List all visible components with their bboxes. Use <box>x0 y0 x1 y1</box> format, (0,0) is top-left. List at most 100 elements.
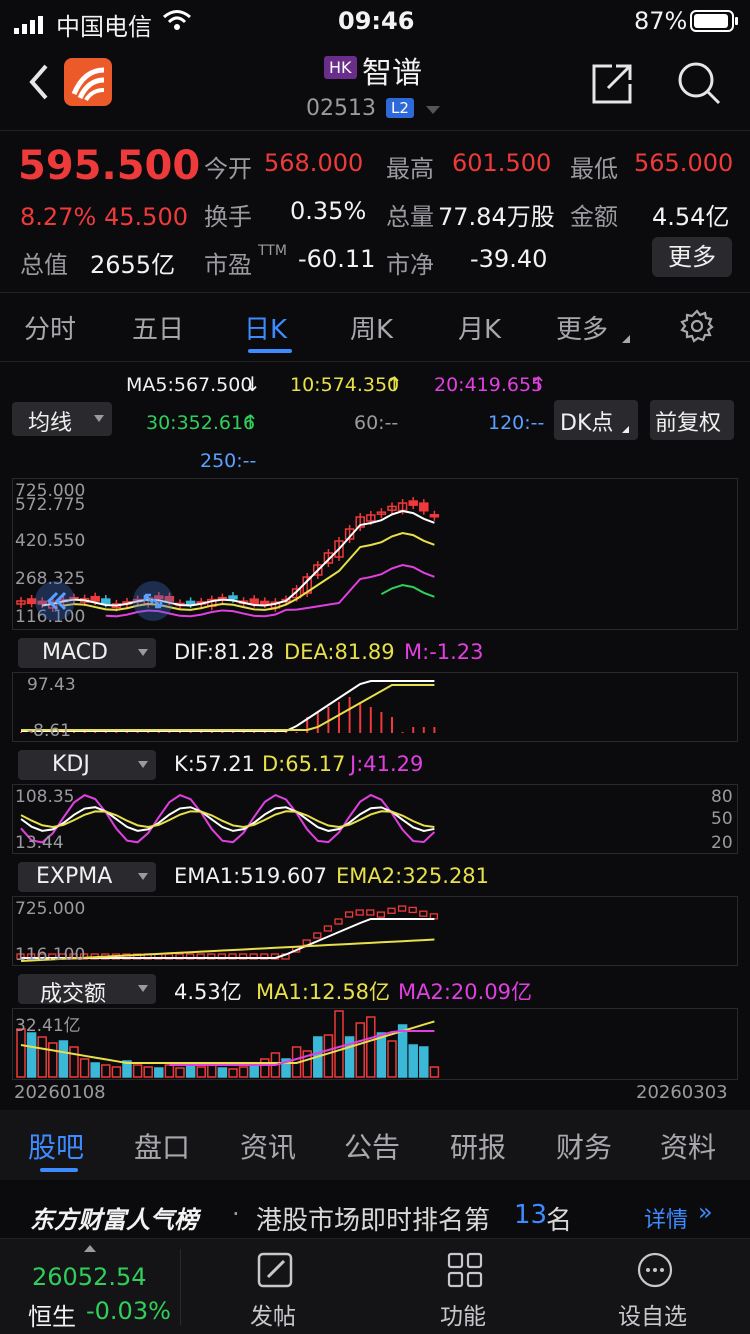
change-amount: 45.500 <box>104 203 188 231</box>
post-button-label[interactable]: 发帖 <box>250 1297 296 1331</box>
ranking-brand: 东方财富人气榜 <box>30 1206 198 1234</box>
more-dots-icon[interactable] <box>636 1251 674 1293</box>
volume-ma1: MA1:12.58亿 <box>256 980 391 1004</box>
tab-intraday[interactable]: 分时 <box>24 309 76 346</box>
index-up-caret-icon <box>84 1245 96 1252</box>
search-icon[interactable] <box>676 60 722 110</box>
tab-forum[interactable]: 股吧 <box>28 1126 84 1166</box>
kdj-chart[interactable]: 108.35 13.44 80 50 20 <box>12 784 738 854</box>
ma10-label: 10:574.350 <box>290 374 400 396</box>
volume-chart[interactable]: 32.41亿 <box>12 1008 738 1080</box>
expma-svg <box>16 905 439 962</box>
volume-selector[interactable]: 成交额 <box>18 974 156 1007</box>
ma120-label: 120:-- <box>488 412 545 434</box>
macd-selector[interactable]: MACD <box>18 638 156 668</box>
ma-selector-label: 均线 <box>28 411 73 436</box>
ranking-detail-link[interactable]: 详情 <box>644 1202 688 1234</box>
tab-news[interactable]: 资讯 <box>240 1126 296 1166</box>
code-dropdown-icon[interactable] <box>426 106 440 114</box>
dk-point-button[interactable]: DK点 <box>554 400 638 440</box>
open-value: 568.000 <box>264 149 364 177</box>
expma-chart[interactable]: 725.000 116.100 <box>12 896 738 966</box>
dk-caret-icon <box>622 426 629 433</box>
kdj-level-80: 80 <box>711 787 733 807</box>
kdj-k: K:57.21 <box>174 752 255 776</box>
functions-grid-icon[interactable] <box>446 1251 484 1293</box>
current-price: 595.500 <box>18 143 201 189</box>
level-badge[interactable]: L2 <box>386 98 414 118</box>
volume-bar <box>419 1046 429 1078</box>
tab-profile[interactable]: 资料 <box>660 1126 716 1166</box>
popularity-banner[interactable]: 东方财富人气榜 · 港股市场即时排名第 13 名 详情 » <box>0 1188 750 1238</box>
volume-ma2: MA2:20.09亿 <box>398 980 533 1004</box>
volume-bar <box>260 1058 270 1078</box>
double-chevron-icon[interactable]: » <box>698 1198 713 1226</box>
macd-chart[interactable]: 97.43 -8.61 <box>12 672 738 742</box>
ma60-label: 60:-- <box>354 412 399 434</box>
tab-announcements[interactable]: 公告 <box>344 1126 400 1166</box>
kdj-selector-label: KDJ <box>52 752 90 777</box>
amount-value: 4.54亿 <box>652 203 730 231</box>
volume-bar <box>249 1064 259 1078</box>
volume-bar <box>334 1010 344 1078</box>
status-bar: 中国电信 09:46 87% <box>0 0 750 42</box>
share-icon[interactable] <box>590 62 636 110</box>
scroll-left-icon[interactable] <box>35 581 75 621</box>
ma-panel: MA5:567.500 ↓ 10:574.350 ↑ 20:419.655 ↑ … <box>0 362 750 477</box>
tab-more[interactable]: 更多 <box>556 309 608 346</box>
volume-bar <box>355 1022 365 1078</box>
settings-icon[interactable] <box>680 309 714 347</box>
tab-five-day[interactable]: 五日 <box>132 309 184 346</box>
macd-dif-line <box>21 680 435 732</box>
kline-tick-3: 420.550 <box>15 531 86 551</box>
tab-monthly-k[interactable]: 月K <box>458 309 501 346</box>
expma-selector[interactable]: EXPMA <box>18 862 156 892</box>
tab-financials[interactable]: 财务 <box>556 1126 612 1166</box>
volume-bar <box>111 1066 122 1078</box>
ma30-up-arrow-icon: ↑ <box>242 410 259 434</box>
functions-button-label[interactable]: 功能 <box>440 1297 486 1331</box>
expma-candle <box>397 905 407 912</box>
kdj-selector[interactable]: KDJ <box>18 750 156 780</box>
fullscreen-icon[interactable] <box>133 581 173 621</box>
index-value[interactable]: 26052.54 <box>32 1263 147 1291</box>
app-logo <box>64 58 112 106</box>
back-icon[interactable] <box>26 62 50 106</box>
tab-more-caret-icon <box>622 335 630 343</box>
volume-panel: 成交额 4.53亿 MA1:12.58亿 MA2:20.09亿 32.41亿 2… <box>0 972 750 1108</box>
volume-bar <box>101 1064 111 1078</box>
adjust-button[interactable]: 前复权 <box>650 400 734 440</box>
candle-body <box>249 598 259 605</box>
more-button[interactable]: 更多 <box>652 237 732 277</box>
stock-name: 智谱 <box>362 56 422 91</box>
macd-selector-label: MACD <box>42 640 108 665</box>
volume-tick-max: 32.41亿 <box>15 1016 81 1036</box>
volume-caret-icon <box>138 985 148 992</box>
expma-candle <box>376 911 386 918</box>
index-name[interactable]: 恒生 <box>28 1297 76 1332</box>
candlestick-chart[interactable]: 725.000 572.775 420.550 268.325 116.100 <box>12 478 738 630</box>
compose-icon[interactable] <box>256 1251 294 1293</box>
tab-research[interactable]: 研报 <box>450 1126 506 1166</box>
turnover-label: 换手 <box>204 203 252 231</box>
candle-body <box>228 595 238 600</box>
volume-selector-label: 成交额 <box>40 982 107 1007</box>
volume-bar <box>16 1028 26 1078</box>
watchlist-button-label[interactable]: 设自选 <box>618 1297 687 1331</box>
clock: 09:46 <box>338 7 415 35</box>
dk-point-label: DK点 <box>560 411 614 436</box>
tab-orderbook[interactable]: 盘口 <box>134 1126 190 1166</box>
ma-selector[interactable]: 均线 <box>12 402 112 436</box>
kdj-caret-icon <box>138 761 148 768</box>
low-label: 最低 <box>570 155 618 183</box>
exchange-badge: HK <box>324 56 357 79</box>
volume-bar <box>387 1040 397 1078</box>
volume-bar <box>207 1064 217 1078</box>
high-value: 601.500 <box>452 149 552 177</box>
candle-body <box>185 600 196 605</box>
tab-daily-k[interactable]: 日K <box>244 309 287 346</box>
tab-weekly-k[interactable]: 周K <box>350 309 393 346</box>
expma-candle <box>366 909 375 916</box>
mktcap-value: 2655亿 <box>90 251 176 279</box>
volume-ma2-line <box>169 1030 435 1066</box>
